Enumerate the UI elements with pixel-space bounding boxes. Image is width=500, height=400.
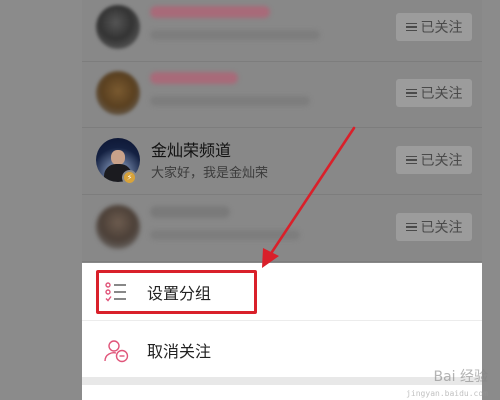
followed-button-label: 已关注 [420,20,463,36]
blurred-name [150,206,230,218]
avatar [96,205,140,249]
unfollow-label: 取消关注 [147,341,212,361]
blurred-description [150,30,320,40]
list-item[interactable]: ⚡ 金灿荣频道 大家好，我是金灿荣 已关注 [82,127,482,195]
list-item[interactable]: 已关注 [82,60,482,128]
avatar [96,5,140,49]
followed-button[interactable]: 已关注 [396,213,472,241]
watermark-url: jingyan.baidu.com [406,389,488,398]
followed-button-label: 已关注 [420,86,463,102]
highlight-box [96,270,257,314]
watermark: Bai 经验 [433,369,488,385]
blurred-description [150,230,300,240]
menu-lines-icon [405,21,417,34]
followed-button[interactable]: 已关注 [396,79,472,107]
channel-name: 金灿荣频道 [151,141,232,160]
dim-overlay-right [482,0,500,400]
followed-button-label: 已关注 [420,220,463,236]
blurred-name [150,6,270,18]
unfollow-option[interactable]: 取消关注 [82,321,482,378]
followed-button-label: 已关注 [420,153,463,169]
dim-overlay-left [0,0,82,400]
menu-lines-icon [405,154,417,167]
followed-button[interactable]: 已关注 [396,146,472,174]
unfollow-user-icon [104,339,130,367]
verified-badge-icon: ⚡ [122,170,137,185]
blurred-name [150,72,238,84]
avatar [96,71,140,115]
channel-description: 大家好，我是金灿荣 [151,166,269,181]
list-item[interactable]: 已关注 [82,194,482,262]
menu-lines-icon [405,221,417,234]
sheet-footer-bar [82,377,482,385]
blurred-description [150,96,310,106]
menu-lines-icon [405,87,417,100]
list-item[interactable]: 已关注 [82,0,482,62]
followed-button[interactable]: 已关注 [396,13,472,41]
